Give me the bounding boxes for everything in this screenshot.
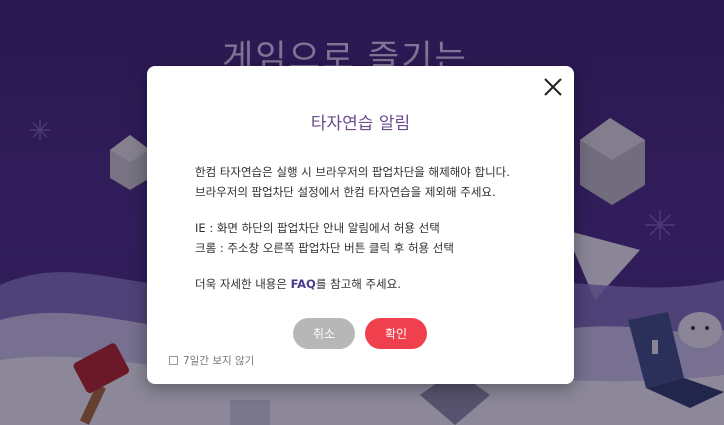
body-line-2: 브라우저의 팝업차단 설정에서 한컴 타자연습을 제외해 주세요. xyxy=(195,185,496,199)
body-line-ie: IE : 화면 하단의 팝업차단 안내 알림에서 허용 선택 xyxy=(195,221,440,235)
hide-7-days-checkbox[interactable]: 7일간 보지 않기 xyxy=(169,353,254,368)
button-row: 취소 확인 xyxy=(147,318,574,349)
body-line-chrome: 크롬 : 주소창 오른쪽 팝업차단 버튼 클릭 후 허용 선택 xyxy=(195,241,454,255)
body-line-1: 한컴 타자연습은 실행 시 브라우저의 팝업차단을 해제해야 합니다. xyxy=(195,165,510,179)
faq-link[interactable]: FAQ xyxy=(291,277,316,291)
dialog-title: 타자연습 알림 xyxy=(310,114,411,134)
dialog-body: 한컴 타자연습은 실행 시 브라우저의 팝업차단을 해제해야 합니다. 브라우저… xyxy=(195,162,554,294)
ok-button[interactable]: 확인 xyxy=(365,318,427,349)
checkbox-box[interactable] xyxy=(169,356,178,365)
hide-7-days-label: 7일간 보지 않기 xyxy=(183,355,255,367)
close-icon[interactable] xyxy=(540,74,566,100)
cancel-button[interactable]: 취소 xyxy=(293,318,355,349)
faq-suffix: 를 참고해 주세요. xyxy=(315,277,401,291)
body-line-faq: 더욱 자세한 내용은 FAQ를 참고해 주세요. xyxy=(195,274,554,294)
popup-notice-dialog: 타자연습 알림 한컴 타자연습은 실행 시 브라우저의 팝업차단을 해제해야 합… xyxy=(147,66,574,384)
faq-prefix: 더욱 자세한 내용은 xyxy=(195,277,291,291)
